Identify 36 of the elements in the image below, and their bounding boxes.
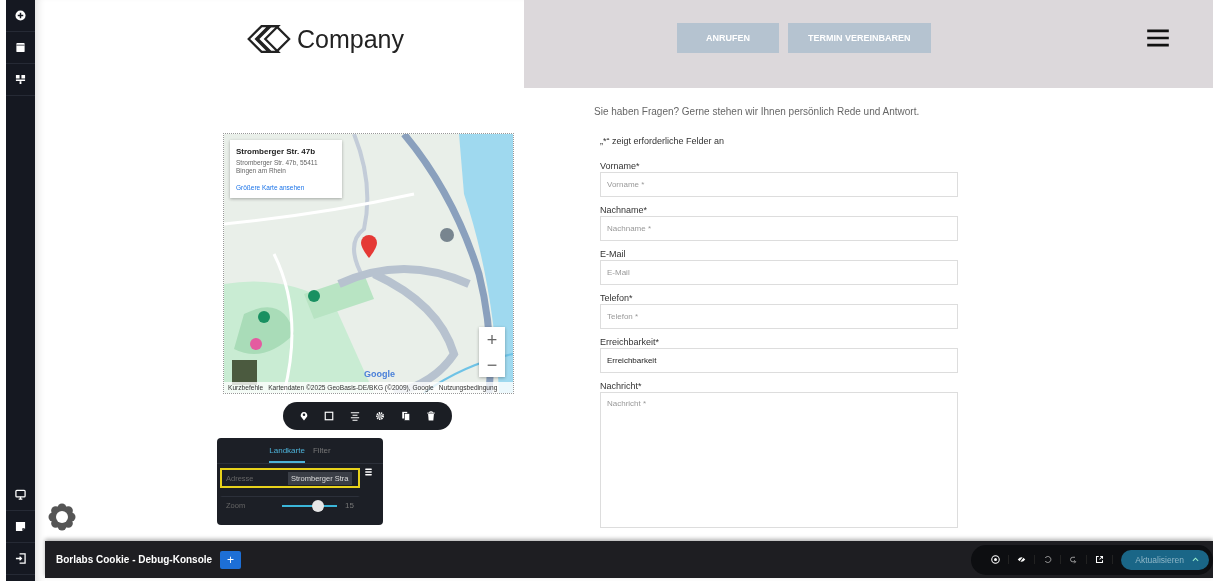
input-field[interactable]: Telefon * [600, 304, 958, 329]
settings-icon[interactable] [375, 411, 386, 421]
loading-spinner-icon [48, 503, 76, 531]
field-label: E-Mail [600, 249, 627, 260]
place-title: Stromberger Str. 47b [236, 147, 317, 156]
intro-text: Sie haben Fragen? Gerne stehen wir Ihnen persönlich Rede und Antwort. [594, 106, 921, 117]
panel-tab[interactable]: Landkarte [269, 444, 305, 463]
input-field[interactable]: Vorname * [600, 172, 958, 197]
field-label: Telefon* [600, 293, 634, 304]
zoom-out-button[interactable]: − [479, 352, 505, 377]
message-field[interactable]: Nachricht * [600, 392, 958, 528]
delete-icon[interactable] [426, 411, 437, 421]
input-field[interactable]: E-Mail [600, 260, 958, 285]
field-label: Vorname* [600, 161, 641, 172]
zoom-value: 15 [345, 501, 354, 510]
add-button[interactable]: + [220, 550, 242, 569]
input-field[interactable]: Erreichbarkeit [600, 348, 958, 373]
required-note: „*“ zeigt erforderliche Felder an [600, 136, 726, 146]
company-logo-text: Company [297, 24, 404, 54]
map-provider-logo: Google [364, 369, 395, 379]
menu-icon[interactable] [1146, 29, 1169, 47]
caret-icon [1192, 557, 1199, 562]
map-pin-icon[interactable] [298, 411, 309, 421]
logo-icon [245, 23, 291, 55]
field-label: Erreichbarkeit* [600, 337, 661, 348]
square-icon[interactable] [324, 411, 335, 421]
align-icon[interactable] [349, 411, 360, 421]
slider-thumb[interactable] [312, 499, 325, 512]
stack-icon[interactable] [365, 468, 372, 476]
field-label: Nachname* [600, 205, 649, 216]
zoom-in-button[interactable]: + [479, 327, 505, 352]
copy-icon[interactable] [400, 411, 411, 421]
field-label: Nachricht* [600, 381, 643, 392]
input-field[interactable]: Nachname * [600, 216, 958, 241]
debug-console-title: Borlabs Cookie - Debug-Konsole [56, 554, 213, 565]
panel-tab[interactable]: Filter [312, 444, 331, 463]
